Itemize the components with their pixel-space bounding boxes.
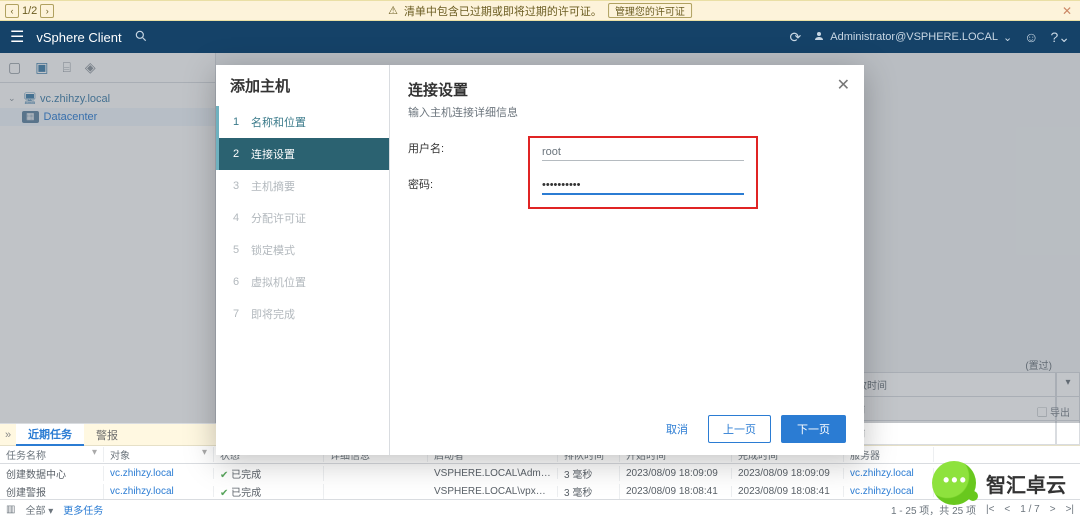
tab-recent-tasks[interactable]: 近期任务 — [16, 424, 84, 446]
chevron-down-icon: ⌄ — [1003, 31, 1012, 44]
username-label: 用户名: — [408, 140, 444, 156]
password-label: 密码: — [408, 176, 433, 192]
th-name[interactable]: 任务名称 — [6, 451, 46, 462]
password-input[interactable] — [542, 177, 744, 195]
username-input[interactable] — [542, 144, 744, 161]
more-tasks-link[interactable]: 更多任务 — [63, 502, 103, 517]
wizard-step-4: 4分配许可证 — [216, 202, 389, 234]
manage-licenses-button[interactable]: 管理您的许可证 — [608, 3, 692, 18]
refresh-icon[interactable]: ⟳ — [790, 29, 802, 46]
banner-next-button[interactable]: › — [40, 4, 54, 18]
task-row[interactable]: 创建数据中心 vc.zhihzy.local ✔ 已完成 VSPHERE.LOC… — [0, 464, 1080, 482]
banner-pager: 1/2 — [22, 5, 37, 17]
menu-icon[interactable]: ☰ — [10, 27, 24, 47]
user-name: Administrator@VSPHERE.LOCAL — [830, 31, 998, 43]
cancel-button[interactable]: 取消 — [656, 416, 698, 442]
watermark-text: 智汇卓云 — [986, 469, 1066, 498]
check-icon: ✔ — [220, 470, 228, 481]
warning-icon: ⚠ — [388, 4, 398, 17]
wizard-step-6: 6虚拟机位置 — [216, 266, 389, 298]
columns-icon[interactable]: ▥ — [6, 504, 15, 515]
tasks-collapse-icon[interactable]: » — [0, 429, 16, 441]
pager-label: 1 / 7 — [1020, 504, 1039, 515]
pager-first[interactable]: |< — [986, 504, 994, 515]
help-icon[interactable]: ?⌄ — [1050, 29, 1070, 46]
wizard-step-1[interactable]: 1名称和位置 — [216, 106, 389, 138]
back-button[interactable]: 上一页 — [708, 415, 771, 443]
next-button[interactable]: 下一页 — [781, 415, 846, 443]
user-menu[interactable]: Administrator@VSPHERE.LOCAL ⌄ — [813, 30, 1012, 45]
tab-alarms[interactable]: 警报 — [84, 424, 130, 446]
license-warning-banner: ‹ 1/2 › ⚠ 清单中包含已过期或即将过期的许可证。 管理您的许可证 ✕ — [0, 0, 1080, 21]
watermark: ••• 智汇卓云 — [932, 461, 1066, 505]
wizard-step-5: 5锁定模式 — [216, 234, 389, 266]
banner-close-button[interactable]: ✕ — [1062, 4, 1072, 18]
app-header: ☰ vSphere Client ⟳ Administrator@VSPHERE… — [0, 21, 1080, 53]
wechat-icon: ••• — [932, 461, 976, 505]
wizard-step-7: 7即将完成 — [216, 298, 389, 330]
user-icon — [813, 30, 825, 45]
wizard-step-3: 3主机摘要 — [216, 170, 389, 202]
add-host-modal: 添加主机 1名称和位置 2连接设置 3主机摘要 4分配许可证 5锁定模式 6虚拟… — [216, 65, 864, 455]
smiley-icon[interactable]: ☺ — [1024, 29, 1038, 45]
modal-close-button[interactable]: ✕ — [837, 75, 850, 95]
modal-title: 添加主机 — [216, 75, 389, 106]
warning-text: 清单中包含已过期或即将过期的许可证。 — [404, 3, 602, 19]
pager-prev[interactable]: < — [1004, 504, 1010, 515]
check-icon: ✔ — [220, 488, 228, 499]
modal-heading: 连接设置 — [408, 79, 846, 100]
modal-subtitle: 输入主机连接详细信息 — [408, 104, 846, 120]
search-icon[interactable] — [134, 29, 148, 46]
task-row[interactable]: 创建警报 vc.zhihzy.local ✔ 已完成 VSPHERE.LOCAL… — [0, 482, 1080, 499]
wizard-step-2[interactable]: 2连接设置 — [216, 138, 389, 170]
th-target[interactable]: 对象 — [110, 451, 130, 462]
banner-prev-button[interactable]: ‹ — [5, 4, 19, 18]
filter-dropdown[interactable]: 全部 ▾ — [25, 502, 53, 517]
app-title: vSphere Client — [36, 30, 121, 45]
pager-next[interactable]: > — [1050, 504, 1056, 515]
pager-last[interactable]: >| — [1066, 504, 1074, 515]
